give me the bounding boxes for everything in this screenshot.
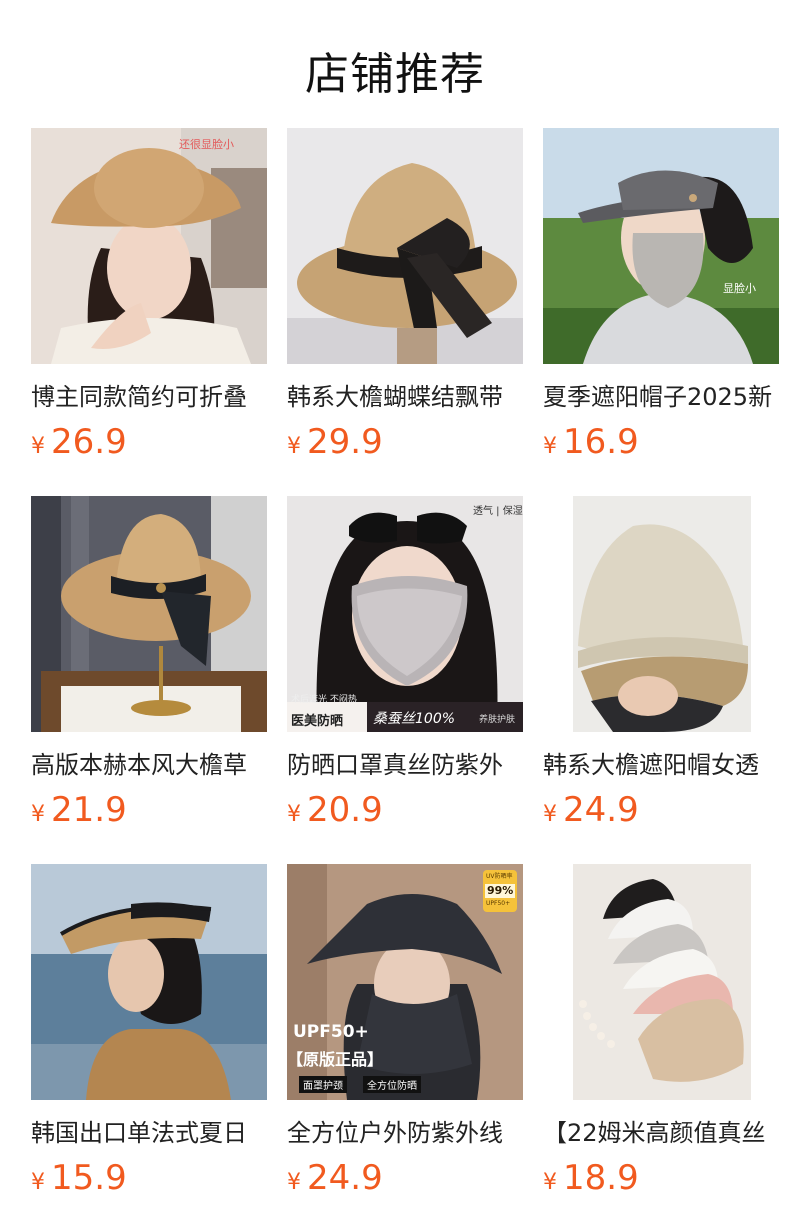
product-image: [31, 496, 267, 732]
image-tag-a: 面罩护颈: [299, 1076, 347, 1093]
image-tag-small: 养肤护肤: [479, 715, 516, 725]
image-tag-b: 全方位防晒: [363, 1076, 421, 1093]
price-value: 15.9: [51, 1158, 127, 1198]
page-title: 店铺推荐: [305, 49, 485, 100]
image-badge: 还很显脸小: [179, 138, 234, 151]
price-value: 20.9: [307, 790, 383, 830]
price-value: 29.9: [307, 422, 383, 462]
price-value: 18.9: [563, 1158, 639, 1198]
product-name: 高版本赫本风大檐草: [31, 751, 247, 779]
product-name: 韩系大檐蝴蝶结飘带: [287, 383, 503, 411]
product-price: ¥15.9: [31, 1158, 267, 1198]
product-price: ¥29.9: [287, 422, 523, 462]
product-image: 显脸小: [543, 128, 779, 364]
price-value: 24.9: [563, 790, 639, 830]
currency-symbol: ¥: [287, 434, 301, 459]
product-image: 还很显脸小: [31, 128, 267, 364]
product-name: 韩国出口单法式夏日: [31, 1119, 247, 1147]
product-price: ¥21.9: [31, 790, 267, 830]
price-value: 26.9: [51, 422, 127, 462]
product-name: 博主同款简约可折叠: [31, 383, 247, 411]
product-image: [31, 864, 267, 1100]
uv-badge-top: UV防晒率: [486, 873, 513, 880]
product-name: 全方位户外防紫外线: [287, 1119, 503, 1147]
product-price: ¥20.9: [287, 790, 523, 830]
product-name: 韩系大檐遮阳帽女透: [543, 751, 759, 779]
product-name: 【22姆米高颜值真丝: [543, 1119, 766, 1147]
currency-symbol: ¥: [543, 802, 557, 827]
uv-badge-percent: 99%: [487, 884, 514, 897]
product-name: 防晒口罩真丝防紫外: [287, 751, 503, 779]
currency-symbol: ¥: [31, 434, 45, 459]
price-value: 24.9: [307, 1158, 383, 1198]
product-image: 透气 | 保湿 术后遮光 不闷热 医美防晒 桑蚕丝100% 养肤护肤: [287, 496, 523, 732]
price-value: 16.9: [563, 422, 639, 462]
product-price: ¥18.9: [543, 1158, 779, 1198]
image-tag-right: 桑蚕丝100%: [373, 711, 456, 727]
image-badge: 显脸小: [723, 282, 756, 295]
upf-label: UPF50+: [293, 1022, 369, 1042]
image-tag-top: 透气 | 保湿: [473, 506, 523, 517]
product-image: UV防晒率 99% UPF50+ UPF50+ 【原版正品】 面罩护颈 全方位防…: [287, 864, 523, 1100]
product-card[interactable]: 韩系大檐蝴蝶结飘带 ¥29.9: [287, 128, 523, 468]
currency-symbol: ¥: [543, 1170, 557, 1195]
genuine-label: 【原版正品】: [287, 1050, 384, 1069]
image-tag-note: 术后遮光 不闷热: [291, 695, 357, 705]
product-card[interactable]: 还很显脸小 博主同款简约可折叠 ¥26.9: [31, 128, 267, 468]
product-card[interactable]: 透气 | 保湿 术后遮光 不闷热 医美防晒 桑蚕丝100% 养肤护肤 防晒口罩真…: [287, 496, 523, 836]
currency-symbol: ¥: [31, 802, 45, 827]
product-price: ¥16.9: [543, 422, 779, 462]
product-card[interactable]: UV防晒率 99% UPF50+ UPF50+ 【原版正品】 面罩护颈 全方位防…: [287, 864, 523, 1204]
product-price: ¥24.9: [287, 1158, 523, 1198]
price-value: 21.9: [51, 790, 127, 830]
uv-badge-bottom: UPF50+: [486, 900, 511, 907]
product-card[interactable]: 韩国出口单法式夏日 ¥15.9: [31, 864, 267, 1204]
currency-symbol: ¥: [287, 1170, 301, 1195]
currency-symbol: ¥: [31, 1170, 45, 1195]
product-image: [543, 496, 779, 732]
product-card[interactable]: 【22姆米高颜值真丝 ¥18.9: [543, 864, 779, 1204]
product-card[interactable]: 显脸小 夏季遮阳帽子2025新 ¥16.9: [543, 128, 779, 468]
image-tag-left: 医美防晒: [291, 714, 344, 729]
product-card[interactable]: 高版本赫本风大檐草 ¥21.9: [31, 496, 267, 836]
product-price: ¥26.9: [31, 422, 267, 462]
product-price: ¥24.9: [543, 790, 779, 830]
product-card[interactable]: 韩系大檐遮阳帽女透 ¥24.9: [543, 496, 779, 836]
currency-symbol: ¥: [543, 434, 557, 459]
product-name: 夏季遮阳帽子2025新: [543, 383, 773, 411]
recommend-page: 店铺推荐 还很显脸小 博主同款简约可折叠 ¥26.9 韩系大檐蝴蝶结飘带 ¥ 2…: [0, 0, 790, 1232]
product-image: [287, 128, 523, 364]
product-image: [543, 864, 779, 1100]
currency-symbol: ¥: [287, 802, 301, 827]
